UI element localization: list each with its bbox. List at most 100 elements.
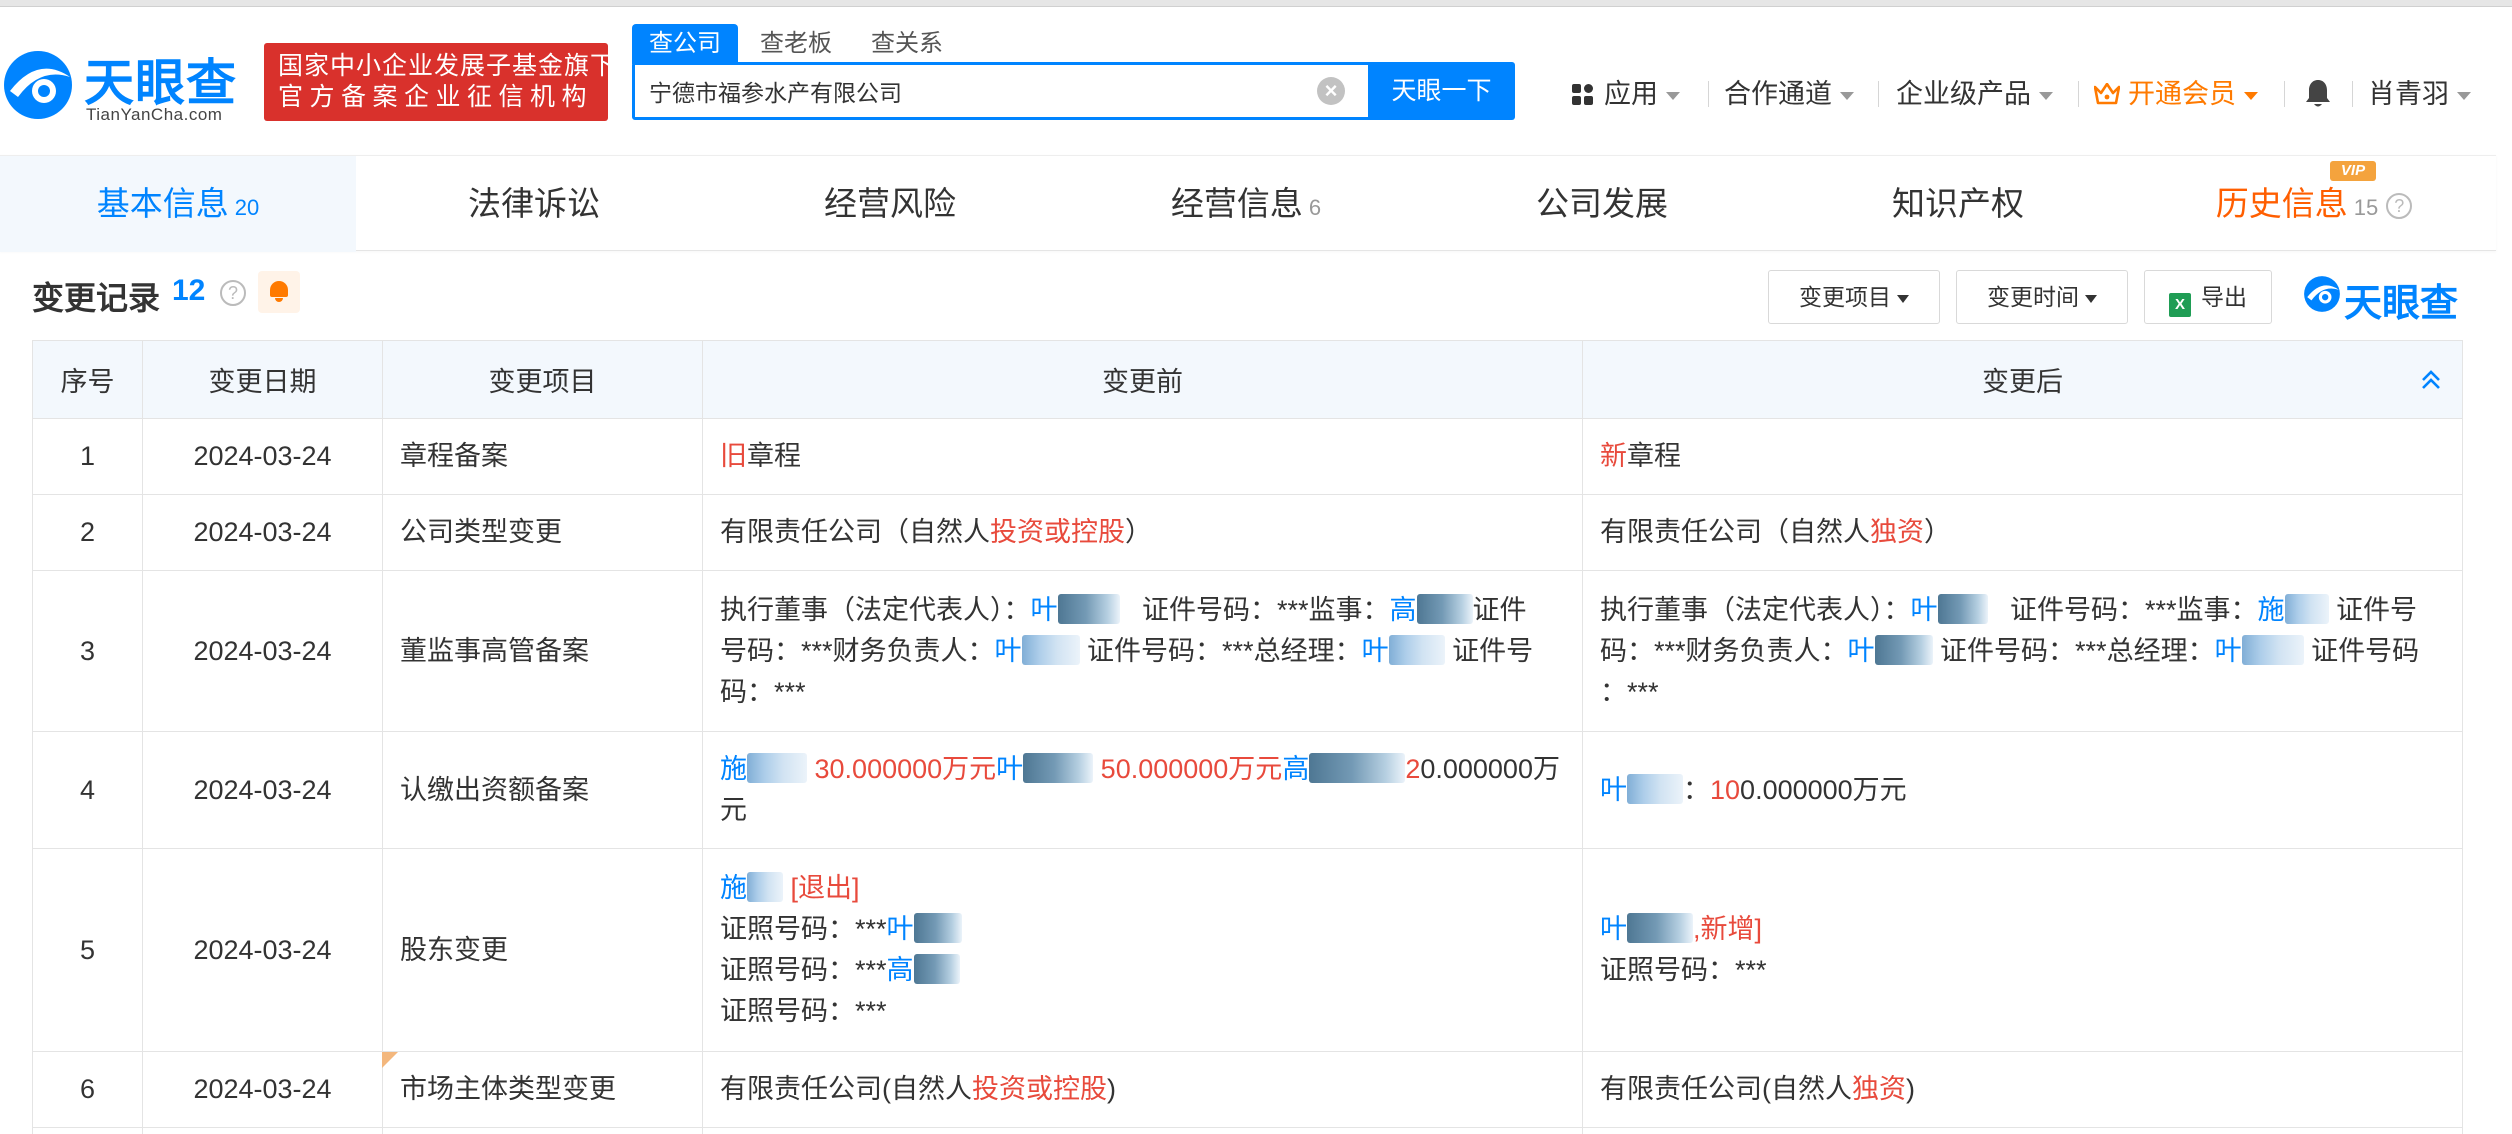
text: 证照号码：*** — [1600, 955, 1767, 985]
text: 有限责任公司(自然人 — [720, 1074, 972, 1104]
nav-cooperation[interactable]: 合作通道 — [1724, 74, 1854, 114]
person-link[interactable]: 叶 — [1600, 914, 1627, 944]
help-icon[interactable]: ? — [220, 280, 246, 306]
cell-before: 施 30.000000万元叶 50.000000万元高 20.000000万 元 — [702, 731, 1583, 849]
amount: 10 — [1710, 774, 1741, 805]
person-link[interactable]: 叶 — [2215, 636, 2242, 666]
chevron-down-icon — [1666, 91, 1680, 100]
person-link[interactable]: 叶 — [1911, 595, 1938, 625]
nav-divider — [1708, 81, 1709, 107]
crown-icon — [2093, 82, 2121, 105]
cell-date: 2024-03-24 — [142, 848, 383, 1052]
highlight: 独资 — [1852, 1074, 1906, 1104]
filter-change-time[interactable]: 变更时间 — [1956, 270, 2128, 324]
search-button[interactable]: 天眼一下 — [1368, 62, 1515, 120]
cell-item: 公司类型变更 — [382, 494, 703, 571]
search-tab-relation[interactable]: 查关系 — [871, 24, 943, 64]
tab-label: 基本信息 — [96, 185, 229, 222]
text: 号码：***财务负责人： — [720, 635, 995, 666]
tab-label: 法律诉讼 — [468, 185, 600, 222]
redacted-name — [1874, 634, 1933, 665]
tab-risk[interactable]: 经营风险 — [712, 156, 1068, 252]
highlight: 投资或控股 — [972, 1074, 1107, 1104]
text: 元 — [720, 795, 747, 825]
amount: 2 — [1405, 754, 1421, 784]
tab-ip[interactable]: 知识产权 — [1780, 156, 2136, 252]
cell-item: 认缴出资额备案 — [382, 731, 703, 849]
person-link[interactable]: 施 — [2258, 595, 2285, 625]
clear-icon[interactable]: × — [1317, 77, 1345, 105]
charter-text[interactable]: 章程 — [1627, 441, 1681, 471]
cell-before: 有限责任公司（自然人投资或控股） — [702, 494, 1583, 571]
apps-grid-icon — [1572, 84, 1594, 106]
nav-vip[interactable]: 开通会员 — [2093, 74, 2258, 114]
tab-history[interactable]: 历史信息 15? — [2136, 156, 2492, 252]
nav-vip-label: 开通会员 — [2128, 79, 2236, 109]
text: 证照号码：*** — [720, 914, 887, 944]
filter-change-item[interactable]: 变更项目 — [1768, 270, 1940, 324]
module-tabs: 基本信息 20 法律诉讼 经营风险 经营信息 6 公司发展 知识产权 历史信息 15?… — [0, 155, 2496, 252]
search-tab-company[interactable]: 查公司 — [632, 24, 738, 64]
person-link[interactable]: 高 — [1390, 595, 1417, 625]
person-link[interactable]: 叶 — [887, 914, 914, 944]
browser-top-strip — [0, 0, 2512, 7]
person-link[interactable]: 高 — [887, 955, 914, 985]
person-link[interactable]: 高 — [1282, 754, 1309, 784]
highlight: 独资 — [1870, 517, 1924, 547]
collapse-up-icon[interactable] — [2418, 367, 2444, 393]
tab-development[interactable]: 公司发展 — [1424, 156, 1780, 252]
search-tab-boss[interactable]: 查老板 — [760, 24, 832, 64]
cell-after: 有限责任公司(自然人独资) — [1582, 1051, 2463, 1128]
col-header-no: 序号 — [32, 340, 143, 419]
tab-count: 20 — [234, 195, 260, 220]
nav-divider — [2284, 81, 2285, 107]
notification-bell[interactable] — [2304, 74, 2332, 114]
old-mark: 旧 — [720, 441, 747, 471]
tab-legal[interactable]: 法律诉讼 — [356, 156, 712, 252]
redacted-name — [1627, 913, 1693, 943]
tianyancha-logo[interactable]: 天眼查 TianYanCha.com — [0, 43, 250, 133]
export-button[interactable]: X 导出 — [2144, 270, 2272, 324]
gov-badge-line1: 国家中小企业发展子基金旗下 — [278, 52, 617, 80]
redacted-name — [2284, 593, 2329, 624]
tab-operation[interactable]: 经营信息 6 — [1068, 156, 1424, 252]
text: 证件 — [1472, 594, 1527, 625]
charter-text[interactable]: 章程 — [747, 441, 801, 471]
section-count: 12 — [172, 274, 206, 307]
text: 证件号 — [1452, 635, 1534, 666]
bell-clapper — [275, 298, 283, 302]
person-link[interactable]: 施 — [720, 754, 747, 784]
nav-enterprise[interactable]: 企业级产品 — [1896, 74, 2053, 114]
cell-after: 叶 ,新增] 证照号码：*** — [1582, 848, 2463, 1052]
person-link[interactable]: 施 — [720, 873, 747, 903]
cell-item: 市场主体类型变更 — [382, 1051, 703, 1128]
person-link[interactable]: 叶 — [1848, 636, 1875, 666]
person-link[interactable]: 叶 — [1600, 775, 1627, 805]
text: 有限责任公司(自然人 — [1600, 1074, 1852, 1104]
col-header-before: 变更前 — [702, 340, 1583, 419]
cell-after: 有限责任公司（自然人独资） — [1582, 494, 2463, 571]
nav-divider — [2352, 81, 2353, 107]
chevron-down-icon — [1840, 91, 1854, 100]
cell-no: 5 — [32, 848, 143, 1052]
help-icon[interactable]: ? — [2386, 193, 2413, 220]
chevron-down-icon — [2039, 91, 2053, 100]
redacted-name — [1388, 634, 1445, 665]
cell-date: 2024-03-24 — [142, 1051, 383, 1128]
person-link[interactable]: 叶 — [996, 754, 1023, 784]
table-header-row: 序号 变更日期 变更项目 变更前 变更后 — [32, 340, 2463, 419]
tab-count: 15 — [2353, 195, 2379, 220]
nav-user[interactable]: 肖青羽 — [2368, 74, 2471, 114]
monitor-bell-button[interactable] — [258, 271, 300, 313]
redacted-name — [747, 872, 783, 902]
person-link[interactable]: 叶 — [1031, 595, 1058, 625]
text: 执行董事（法定代表人）： — [1600, 594, 1911, 625]
redacted-name — [913, 913, 962, 943]
search-input[interactable] — [649, 65, 1309, 117]
person-link[interactable]: 叶 — [995, 636, 1022, 666]
tab-basic-info[interactable]: 基本信息 20 — [0, 156, 356, 252]
nav-apps[interactable]: 应用 — [1572, 74, 1680, 114]
person-link[interactable]: 叶 — [1362, 636, 1389, 666]
nav-apps-label: 应用 — [1604, 79, 1658, 109]
text: ） — [1125, 517, 1152, 547]
